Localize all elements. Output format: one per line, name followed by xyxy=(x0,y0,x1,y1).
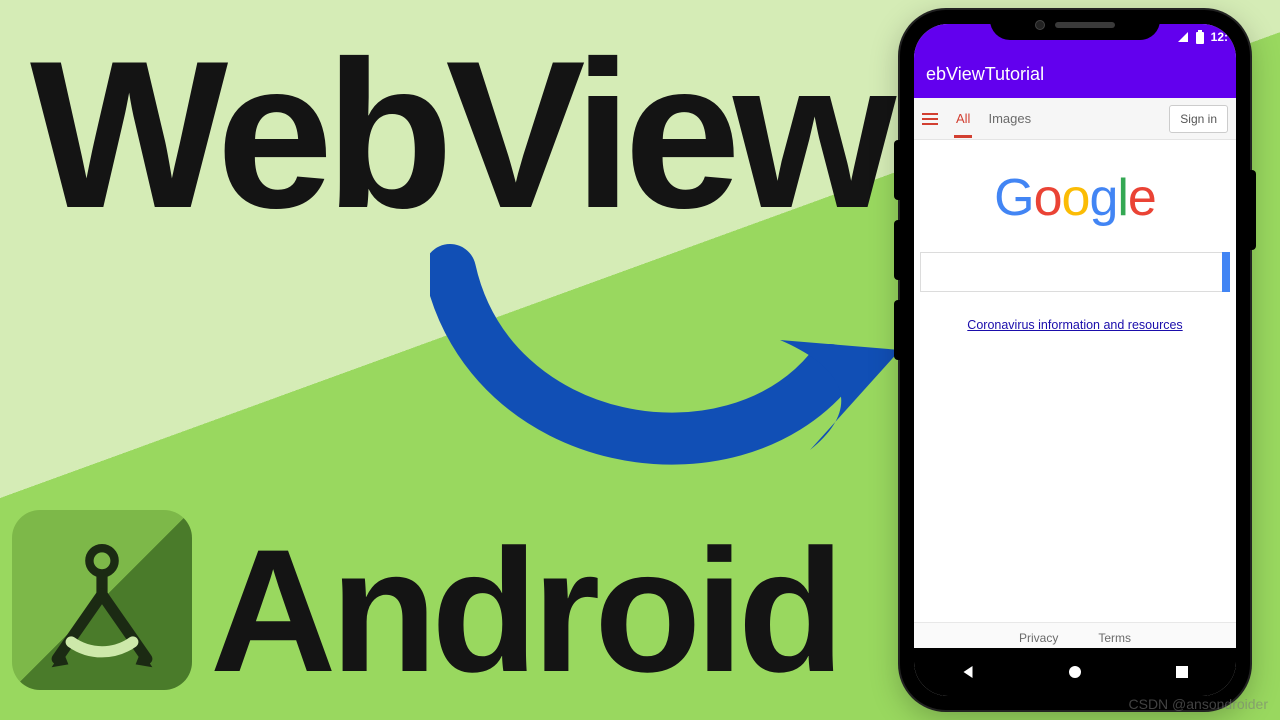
sign-in-button[interactable]: Sign in xyxy=(1169,105,1228,133)
phone-screen: 12: ebViewTutorial All Images Sign in Go… xyxy=(914,24,1236,696)
google-tab-strip: All Images Sign in xyxy=(914,98,1236,140)
google-logo: Google xyxy=(914,140,1236,246)
android-nav-bar xyxy=(914,648,1236,696)
tab-images[interactable]: Images xyxy=(988,111,1031,126)
nav-back-icon[interactable] xyxy=(959,663,977,681)
tab-all[interactable]: All xyxy=(956,111,970,126)
footer-terms[interactable]: Terms xyxy=(1098,631,1131,645)
android-studio-icon xyxy=(12,510,192,690)
nav-recent-icon[interactable] xyxy=(1173,663,1191,681)
search-input[interactable] xyxy=(920,252,1230,292)
app-title: ebViewTutorial xyxy=(926,64,1044,85)
signal-icon xyxy=(1177,31,1189,43)
menu-icon[interactable] xyxy=(922,113,938,125)
phone-notch xyxy=(990,10,1160,40)
headline-webview: WebView xyxy=(30,40,888,229)
footer-privacy[interactable]: Privacy xyxy=(1019,631,1058,645)
phone-frame: 12: ebViewTutorial All Images Sign in Go… xyxy=(900,10,1250,710)
nav-home-icon[interactable] xyxy=(1066,663,1084,681)
headline-android: Android xyxy=(210,533,839,691)
search-button[interactable] xyxy=(1222,252,1230,292)
watermark: CSDN @ansondroider xyxy=(1129,696,1269,712)
status-clock: 12: xyxy=(1211,30,1228,44)
thumbnail-stage: WebView Android 12: ebVi xyxy=(0,0,1280,720)
info-link-row: Coronavirus information and resources xyxy=(914,318,1236,332)
app-bar: ebViewTutorial xyxy=(914,50,1236,98)
battery-icon xyxy=(1195,30,1205,44)
covid-info-link[interactable]: Coronavirus information and resources xyxy=(967,318,1182,332)
arrow-icon xyxy=(430,230,910,490)
